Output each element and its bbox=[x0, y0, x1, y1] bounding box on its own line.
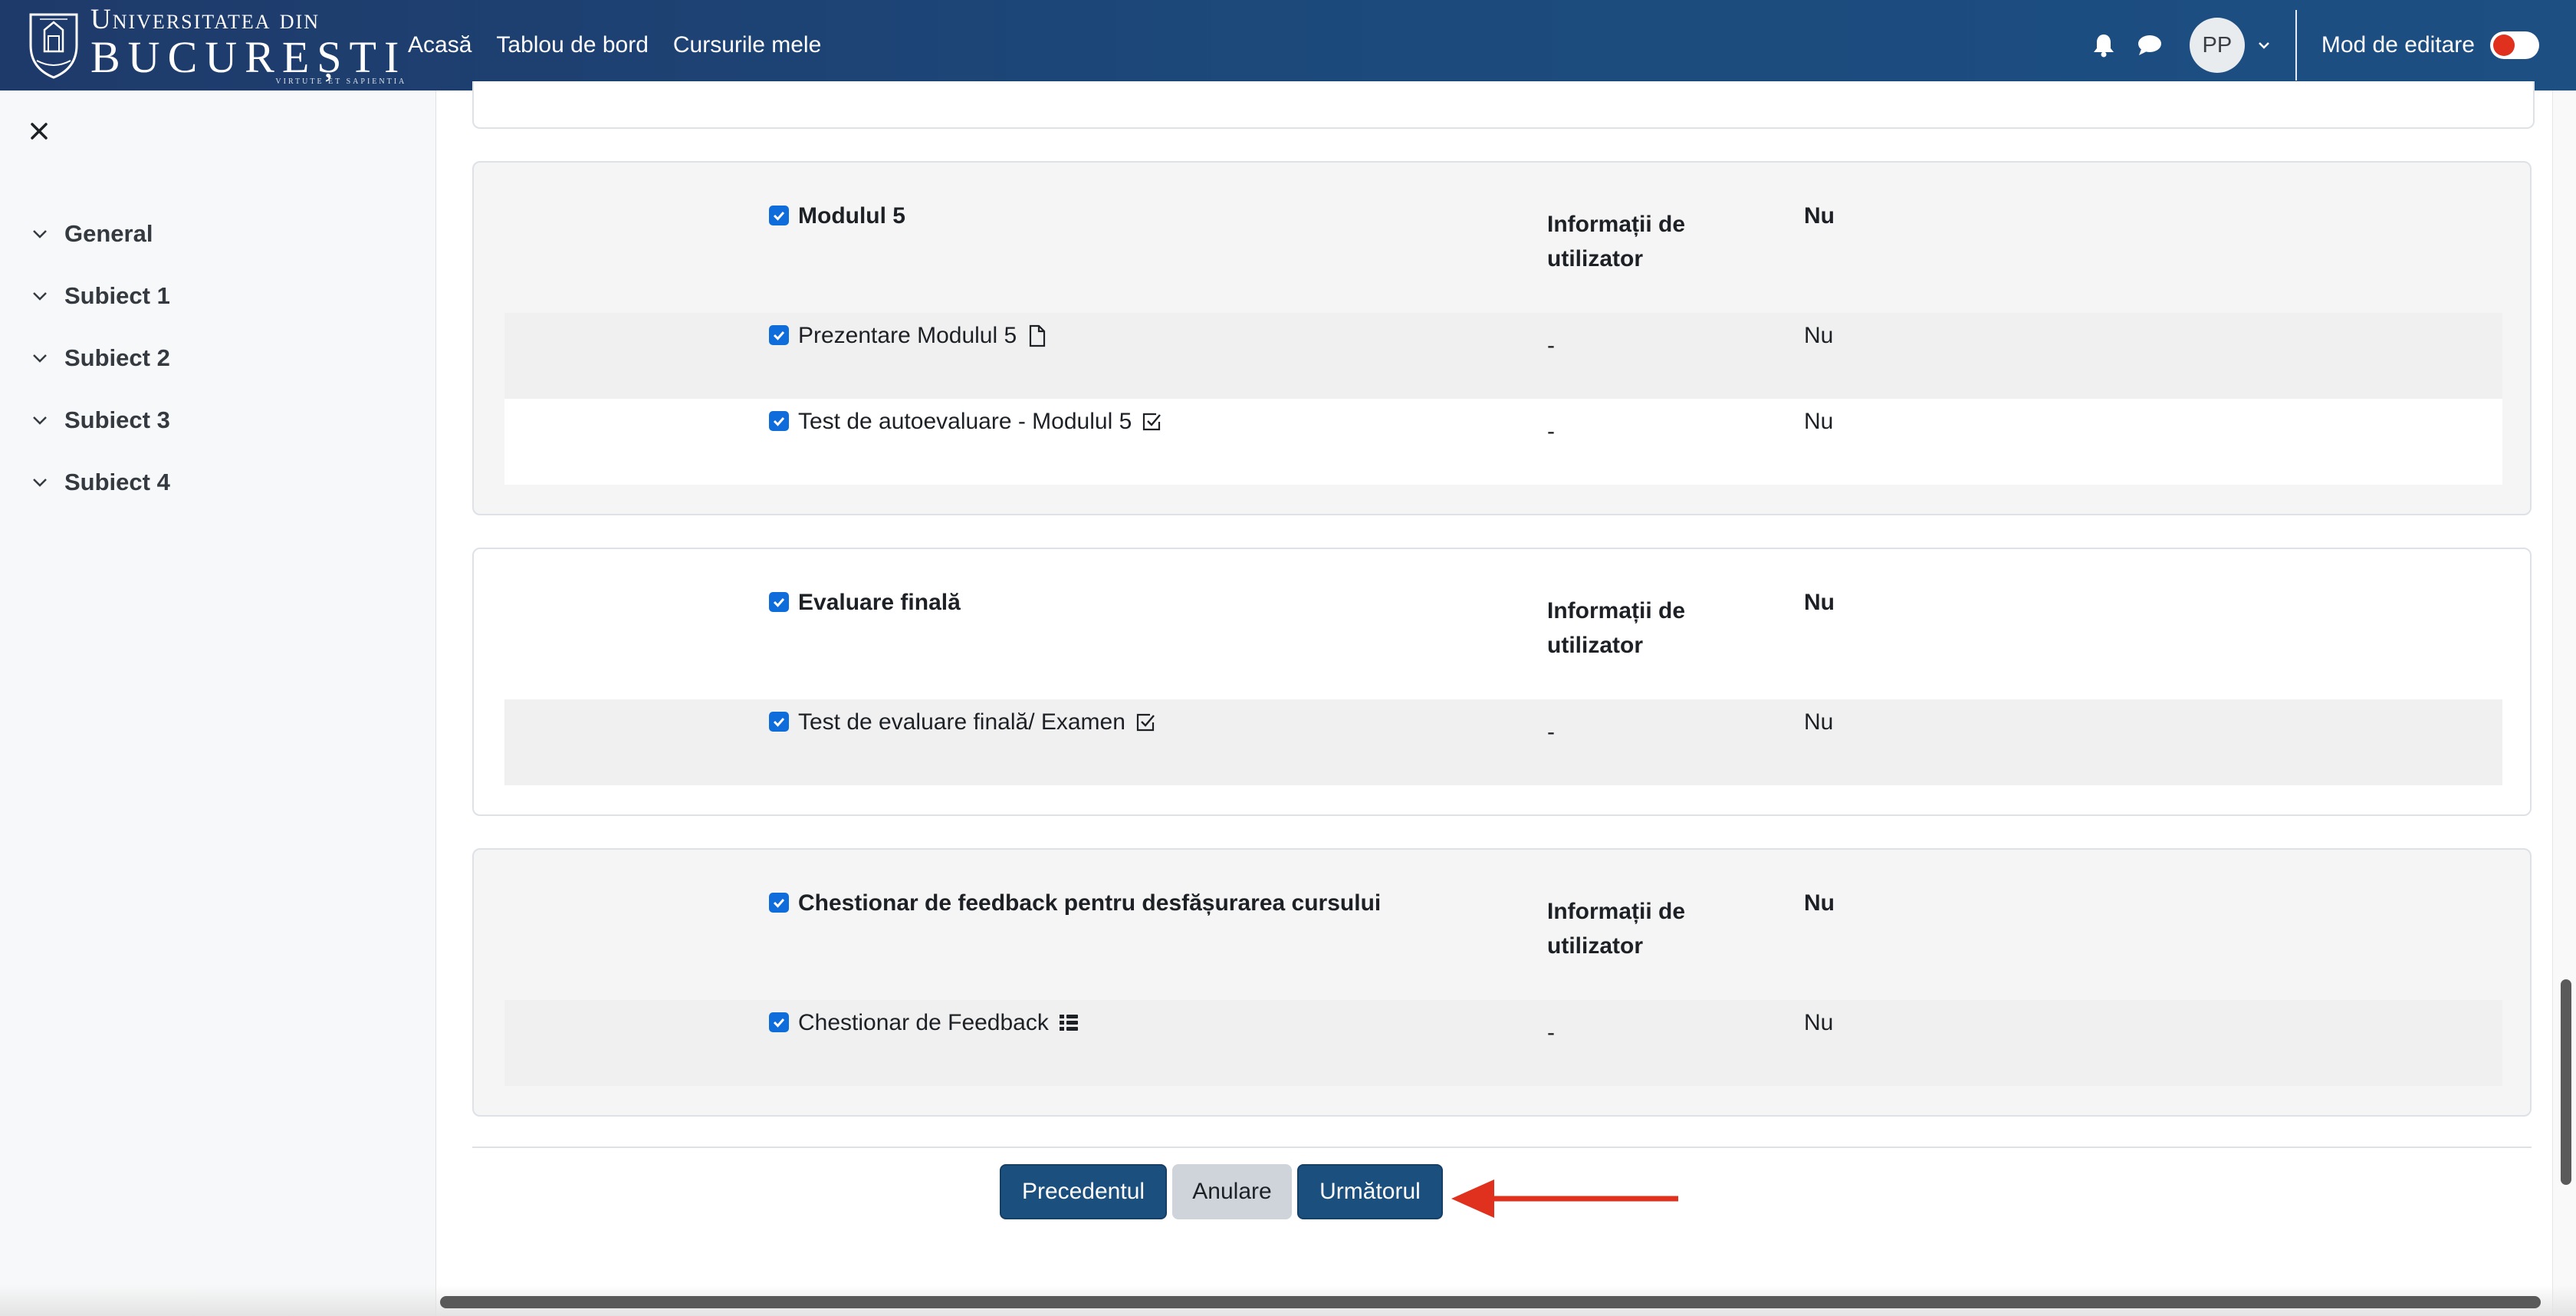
brand-motto: VIRTUTE ET SAPIENTIA bbox=[275, 77, 407, 86]
section-data-type: Informații de utilizator bbox=[1547, 899, 1686, 959]
nav-link-home[interactable]: Acasă bbox=[408, 32, 472, 58]
activity-value: Nu bbox=[1804, 709, 1834, 735]
quiz-icon bbox=[1143, 413, 1162, 431]
nav-link-dashboard[interactable]: Tablou de bord bbox=[496, 32, 649, 58]
activity-name: Test de autoevaluare - Modulul 5 bbox=[798, 409, 1164, 435]
section-title: Chestionar de feedback pentru desfășurar… bbox=[798, 890, 1382, 916]
avatar[interactable]: PP bbox=[2189, 18, 2245, 73]
chevron-down-icon bbox=[33, 478, 47, 487]
nav-link-my-courses[interactable]: Cursurile mele bbox=[673, 32, 821, 58]
activity-checkbox[interactable] bbox=[769, 325, 789, 345]
section-checkbox[interactable] bbox=[769, 592, 789, 612]
course-index-drawer: General Subiect 1 Subiect 2 Subiect 3 Su… bbox=[0, 90, 436, 1316]
activity-checkbox[interactable] bbox=[769, 712, 789, 732]
bell-icon[interactable] bbox=[2088, 30, 2119, 61]
top-navbar: Universitatea din BUCUREȘTI VIRTUTE ET S… bbox=[0, 0, 2576, 90]
feedback-icon bbox=[1059, 1015, 1078, 1031]
horizontal-scrollbar-thumb[interactable] bbox=[440, 1296, 2541, 1308]
sidebar-item-label: Subiect 4 bbox=[64, 468, 170, 495]
next-button[interactable]: Următorul bbox=[1297, 1164, 1443, 1219]
activity-row: Test de autoevaluare - Modulul 5 - Nu bbox=[504, 399, 2502, 485]
activity-value: Nu bbox=[1804, 409, 1834, 434]
brand-line1: Universitatea din bbox=[90, 3, 320, 35]
section-card: Modulul 5 Informații de utilizator Nu Pr… bbox=[472, 161, 2532, 515]
navbar-right: PP Mod de editare bbox=[2079, 0, 2576, 90]
user-menu[interactable]: PP bbox=[2189, 18, 2272, 73]
sidebar-item-label: Subiect 3 bbox=[64, 406, 170, 433]
sidebar-item-label: General bbox=[64, 219, 153, 247]
section-value: Nu bbox=[1804, 590, 1835, 615]
chevron-down-icon bbox=[33, 416, 47, 425]
sidebar-item-subiect-3[interactable]: Subiect 3 bbox=[31, 389, 170, 451]
activity-data-type: - bbox=[1547, 333, 1555, 358]
section-title: Modulul 5 bbox=[798, 203, 905, 229]
section-checkbox[interactable] bbox=[769, 206, 789, 225]
section-value: Nu bbox=[1804, 890, 1835, 916]
sidebar-item-subiect-2[interactable]: Subiect 2 bbox=[31, 327, 170, 389]
section-title: Evaluare finală bbox=[798, 590, 961, 615]
activity-row: Prezentare Modulul 5 - Nu bbox=[504, 313, 2502, 399]
activity-row: Chestionar de Feedback - Nu bbox=[504, 1000, 2502, 1086]
sidebar-item-label: Subiect 1 bbox=[64, 281, 170, 309]
navbar-divider bbox=[2295, 10, 2297, 81]
activity-name: Chestionar de Feedback bbox=[798, 1010, 1081, 1036]
activity-name: Test de evaluare finală/ Examen bbox=[798, 709, 1158, 735]
section-card: Evaluare finală Informații de utilizator… bbox=[472, 548, 2532, 816]
chevron-down-icon bbox=[33, 354, 47, 363]
quiz-icon bbox=[1136, 713, 1155, 732]
activity-checkbox[interactable] bbox=[769, 1012, 789, 1032]
brand-line2: BUCUREȘTI bbox=[90, 31, 407, 82]
course-index-list: General Subiect 1 Subiect 2 Subiect 3 Su… bbox=[31, 202, 170, 513]
chat-icon[interactable] bbox=[2134, 30, 2165, 61]
chevron-down-icon bbox=[33, 229, 47, 239]
activity-data-type: - bbox=[1547, 419, 1555, 444]
activity-checkbox[interactable] bbox=[769, 411, 789, 431]
sidebar-item-general[interactable]: General bbox=[31, 202, 170, 265]
activity-name: Prezentare Modulul 5 bbox=[798, 323, 1049, 349]
toggle-knob bbox=[2493, 35, 2515, 56]
sidebar-item-subiect-1[interactable]: Subiect 1 bbox=[31, 265, 170, 327]
section-checkbox[interactable] bbox=[769, 893, 789, 913]
edit-mode-label: Mod de editare bbox=[2321, 32, 2475, 58]
file-icon bbox=[1030, 324, 1046, 347]
activity-value: Nu bbox=[1804, 1010, 1834, 1035]
section-data-type: Informații de utilizator bbox=[1547, 598, 1686, 658]
activity-data-type: - bbox=[1547, 1020, 1555, 1045]
section-value: Nu bbox=[1804, 203, 1835, 229]
main-content: Modulul 5 Informații de utilizator Nu Pr… bbox=[436, 81, 2552, 1287]
form-footer-divider bbox=[472, 1147, 2532, 1148]
section-card: Chestionar de feedback pentru desfășurar… bbox=[472, 848, 2532, 1117]
cancel-button[interactable]: Anulare bbox=[1172, 1164, 1292, 1219]
activity-value: Nu bbox=[1804, 323, 1834, 348]
vertical-scrollbar-thumb[interactable] bbox=[2561, 979, 2571, 1185]
previous-button[interactable]: Precedentul bbox=[1000, 1164, 1167, 1219]
university-logo[interactable]: Universitatea din BUCUREȘTI VIRTUTE ET S… bbox=[25, 3, 407, 86]
previous-section-card bbox=[472, 81, 2535, 129]
chevron-down-icon bbox=[33, 291, 47, 301]
chevron-down-icon bbox=[2258, 42, 2269, 49]
primary-navigation: Acasă Tablou de bord Cursurile mele bbox=[408, 0, 846, 90]
sidebar-item-subiect-4[interactable]: Subiect 4 bbox=[31, 451, 170, 513]
activity-row: Test de evaluare finală/ Examen - Nu bbox=[504, 699, 2502, 785]
close-icon[interactable] bbox=[28, 120, 51, 143]
sidebar-item-label: Subiect 2 bbox=[64, 344, 170, 371]
crest-icon bbox=[29, 13, 78, 79]
activity-data-type: - bbox=[1547, 719, 1555, 745]
annotation-arrow-icon bbox=[1451, 1179, 1678, 1218]
edit-mode-toggle[interactable] bbox=[2490, 31, 2539, 59]
section-data-type: Informații de utilizator bbox=[1547, 212, 1686, 271]
